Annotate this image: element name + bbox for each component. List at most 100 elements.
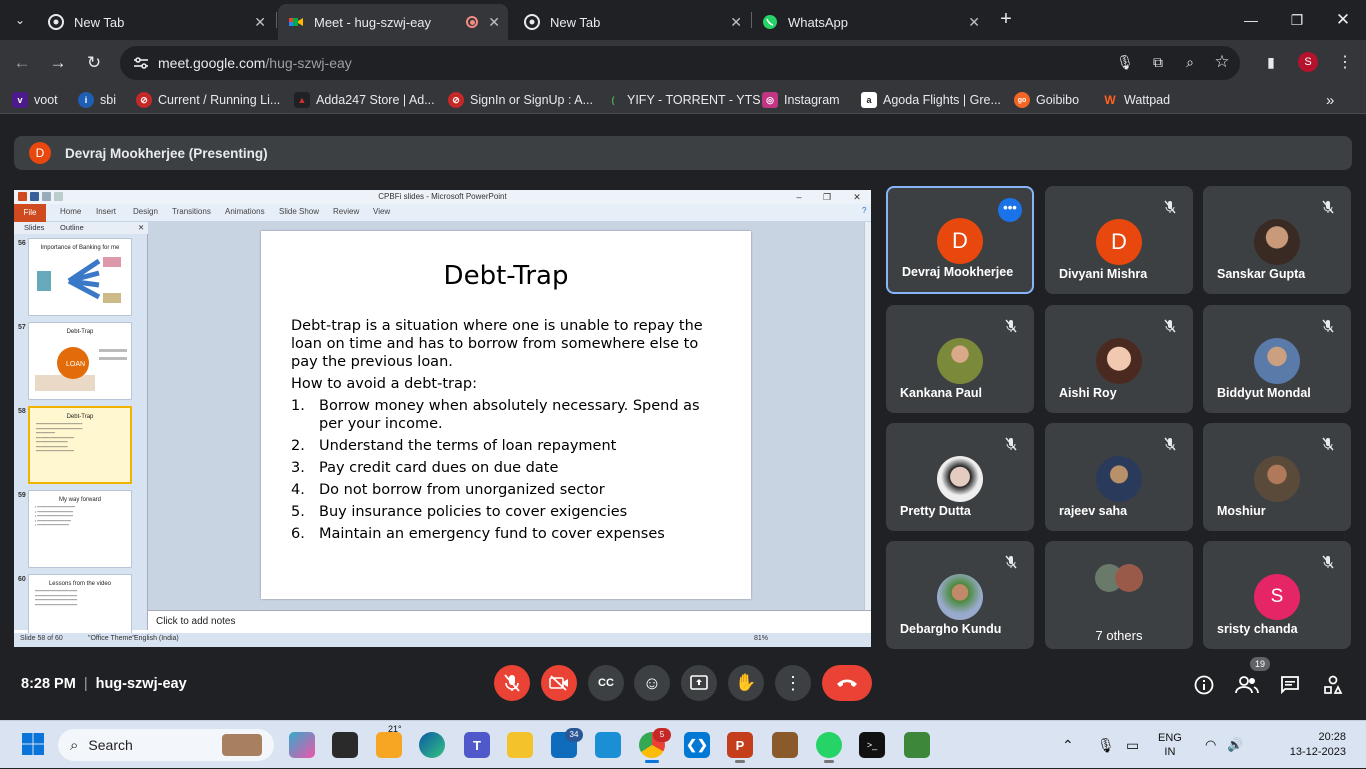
close-tab-icon[interactable]: ✕ (488, 14, 500, 31)
minimize-button[interactable]: — (1228, 0, 1274, 40)
mic-off-icon (504, 674, 520, 692)
forward-button[interactable]: → (44, 49, 72, 77)
language-indicator[interactable]: ENG IN (1158, 721, 1182, 769)
bookmark-yts[interactable]: (YIFY - TORRENT - YTS (605, 90, 761, 110)
open-external-icon[interactable]: ⧉ (1149, 53, 1167, 71)
list-item: 3. Pay credit card dues on due date (291, 460, 559, 476)
bookmark-adda247[interactable]: ▲ Adda247 Store | Ad... (294, 90, 435, 110)
participant-tile[interactable]: Sanskar Gupta (1203, 186, 1351, 294)
participant-tile[interactable]: D Divyani Mishra (1045, 186, 1193, 294)
slide-list: 1. Borrow money when absolutely necessary… (291, 397, 721, 543)
bookmark-sbi[interactable]: i sbi (78, 90, 116, 110)
reload-button[interactable]: ↻ (80, 49, 108, 77)
participant-tile[interactable]: rajeev saha (1045, 423, 1193, 531)
participant-tile[interactable]: Kankana Paul (886, 305, 1034, 413)
others-tile[interactable]: 7 others (1045, 541, 1193, 649)
bookmark-instagram[interactable]: ◎ Instagram (762, 90, 840, 110)
address-bar[interactable]: meet.google.com/hug-szwj-eay (120, 46, 1240, 80)
bookmark-voot[interactable]: v voot (12, 90, 58, 110)
people-count-badge: 19 (1250, 657, 1270, 671)
participant-tile[interactable]: ••• D Devraj Mookherjee (886, 186, 1034, 294)
chrome-taskbar-icon[interactable]: 5 (639, 728, 671, 763)
more-bookmarks-icon[interactable]: » (1326, 90, 1334, 110)
nodejs-icon[interactable] (904, 732, 930, 758)
slide-subhead: How to avoid a debt-trap: (291, 376, 477, 392)
participant-tile[interactable]: S sristy chanda (1203, 541, 1351, 649)
edge-icon[interactable] (419, 732, 445, 758)
bookmark-current-running[interactable]: ⊘ Current / Running Li... (136, 90, 280, 110)
mail-icon[interactable]: 34 (551, 728, 583, 758)
participant-tile[interactable]: Pretty Dutta (886, 423, 1034, 531)
kebab-menu-icon[interactable]: ⋮ (1336, 53, 1354, 71)
tab-new-tab-2[interactable]: New Tab ✕ (514, 4, 750, 40)
close-window-button[interactable]: ✕ (1320, 0, 1366, 40)
game-app-icon[interactable] (772, 732, 798, 758)
participant-tile[interactable]: Aishi Roy (1045, 305, 1193, 413)
tab-new-tab-1[interactable]: New Tab ✕ (38, 4, 274, 40)
weather-widget-icon[interactable]: 21° (376, 724, 402, 758)
leave-call-button[interactable] (822, 665, 872, 701)
ppt-tab-file: File (14, 204, 46, 222)
people-button[interactable] (1235, 673, 1259, 697)
participant-tile[interactable]: Moshiur (1203, 423, 1351, 531)
close-tab-icon[interactable]: ✕ (730, 14, 742, 31)
activities-button[interactable] (1321, 673, 1345, 697)
tab-meet[interactable]: Meet - hug-szwj-eay ✕ (278, 4, 508, 40)
more-options-icon[interactable]: ••• (998, 198, 1022, 222)
taskbar-time: 20:28 (1318, 731, 1346, 743)
raise-hand-button[interactable]: ✋ (728, 665, 764, 701)
participant-tile[interactable]: Debargho Kundu (886, 541, 1034, 649)
teams-icon[interactable]: T (464, 732, 490, 758)
file-explorer-icon[interactable] (507, 732, 533, 758)
camera-toggle-button[interactable] (541, 665, 577, 701)
bookmark-goibibo[interactable]: go Goibibo (1014, 90, 1079, 110)
microphone-icon[interactable]: 🎙 (1116, 53, 1134, 71)
new-tab-button[interactable]: + (994, 8, 1018, 32)
goibibo-icon: go (1014, 92, 1030, 108)
tray-microphone-icon[interactable]: 🎙 (1097, 721, 1115, 769)
meeting-details-button[interactable] (1192, 673, 1216, 697)
participant-tile[interactable]: Biddyut Mondal (1203, 305, 1351, 413)
captions-button[interactable]: CC (588, 665, 624, 701)
blocked-site-icon: ⊘ (448, 92, 464, 108)
side-panel-icon[interactable]: ▮ (1262, 53, 1280, 71)
profile-avatar[interactable]: S (1298, 52, 1318, 72)
avatar-photo (937, 338, 983, 384)
start-button[interactable] (20, 731, 46, 757)
taskbar-search[interactable]: ⌕ Search (58, 729, 274, 761)
show-hidden-icons[interactable]: ⌃ (1062, 721, 1074, 769)
remote-desktop-icon[interactable] (595, 732, 621, 758)
tray-keyboard-icon[interactable]: ▭ (1126, 721, 1139, 769)
more-options-button[interactable]: ⋮ (775, 665, 811, 701)
zoom-icon[interactable]: ⌕ (1181, 53, 1199, 71)
tab-whatsapp[interactable]: WhatsApp ✕ (752, 4, 988, 40)
present-button[interactable] (681, 665, 717, 701)
bookmark-agoda[interactable]: a Agoda Flights | Gre... (861, 90, 1001, 110)
ppt-pane-tab-outline: Outline (60, 223, 84, 232)
bookmark-wattpad[interactable]: W Wattpad (1102, 90, 1170, 110)
bookmark-signin[interactable]: ⊘ SignIn or SignUp : A... (448, 90, 593, 110)
chat-button[interactable] (1278, 673, 1302, 697)
restore-button[interactable]: ❐ (1274, 0, 1320, 40)
clock[interactable]: 20:28 13-12-2023 (1262, 721, 1346, 769)
vscode-icon[interactable]: ❮❯ (684, 732, 710, 758)
powerpoint-icon[interactable]: P (727, 732, 753, 763)
avatar-photo (1254, 219, 1300, 265)
back-button[interactable]: ← (8, 49, 36, 77)
volume-icon[interactable]: 🔊 (1227, 721, 1243, 769)
whatsapp-taskbar-icon[interactable] (816, 732, 842, 763)
mic-off-icon (1002, 317, 1020, 335)
wifi-icon[interactable]: ◠ (1205, 721, 1216, 769)
emoji-button[interactable]: ☺ (634, 665, 670, 701)
copilot-icon[interactable] (289, 732, 315, 758)
close-tab-icon[interactable]: ✕ (254, 14, 266, 31)
close-tab-icon[interactable]: ✕ (968, 14, 980, 31)
task-view-icon[interactable] (332, 732, 358, 758)
bookmark-star-icon[interactable]: ☆ (1213, 52, 1231, 71)
site-info-icon[interactable] (132, 54, 150, 72)
tab-search-dropdown-icon[interactable]: ⌄ (8, 8, 32, 32)
mic-toggle-button[interactable] (494, 665, 530, 701)
terminal-icon[interactable]: >_ (859, 732, 885, 758)
meeting-code: hug-szwj-eay (95, 676, 187, 692)
avatar-photo (1096, 456, 1142, 502)
